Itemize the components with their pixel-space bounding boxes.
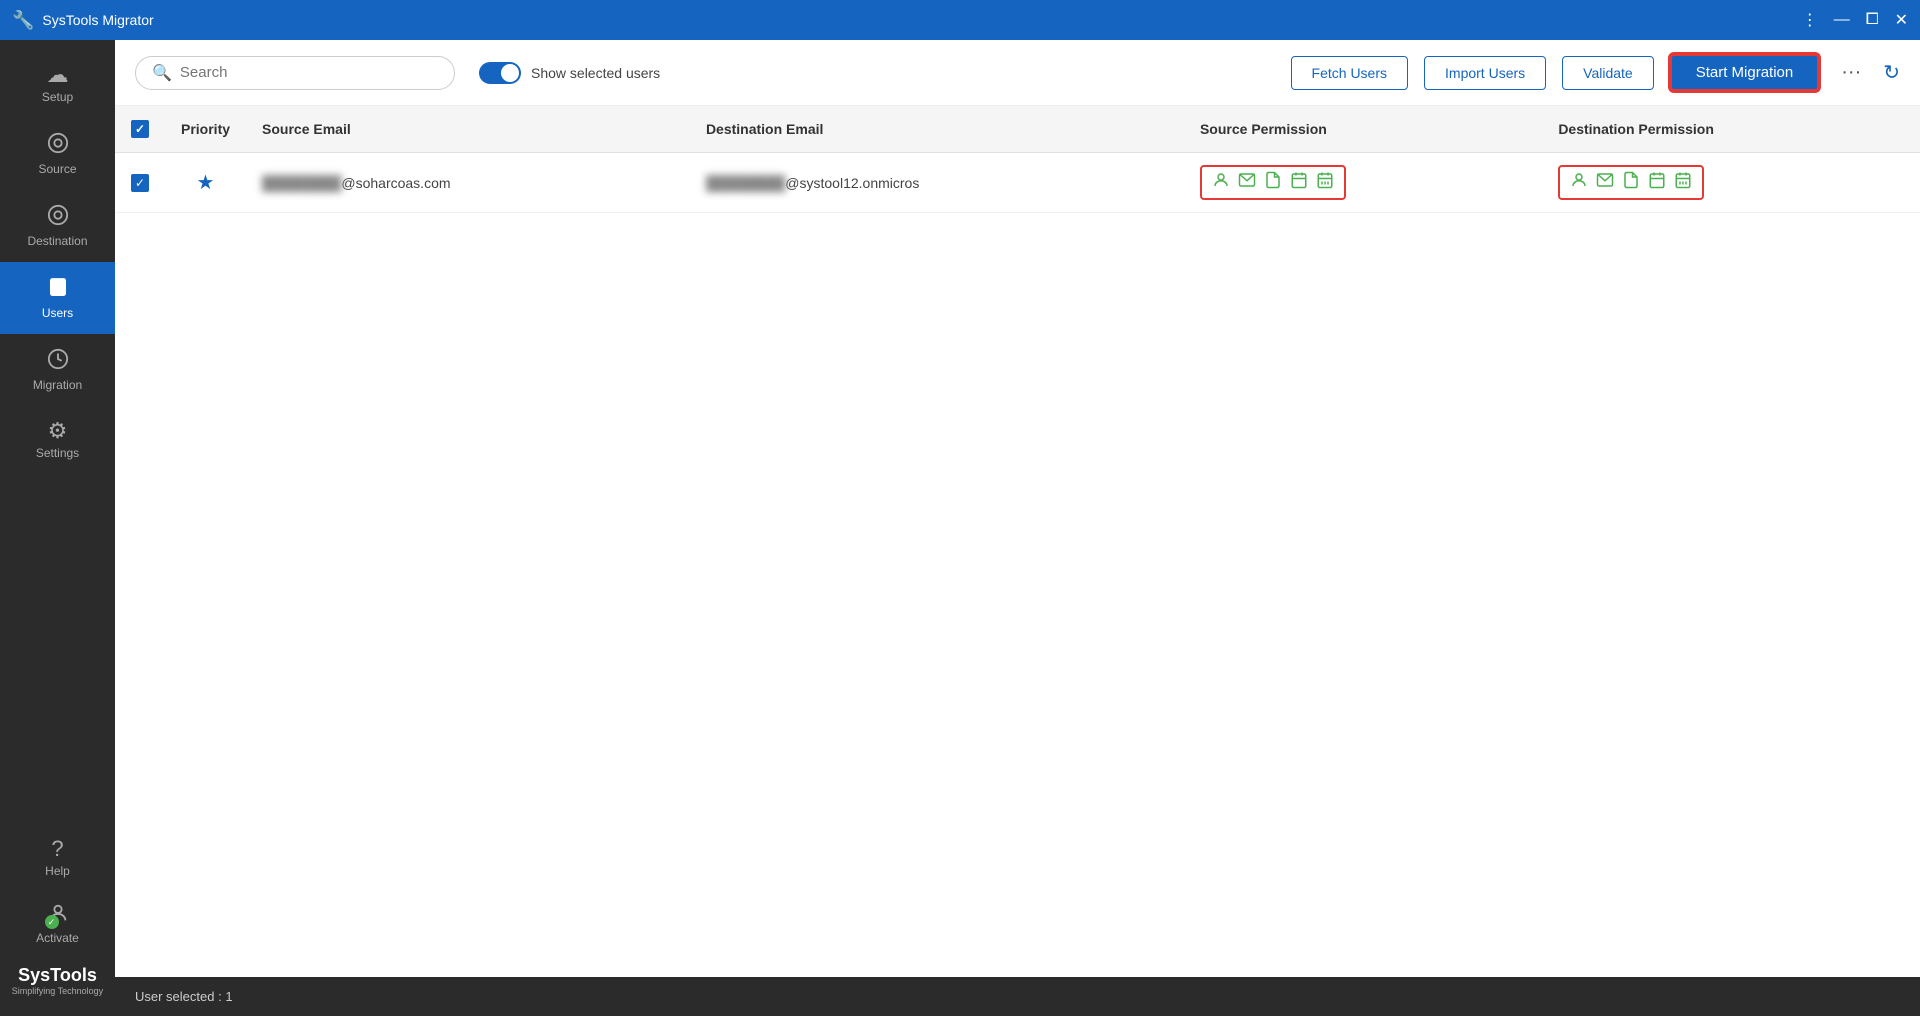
help-icon: ? xyxy=(51,838,63,860)
sidebar-item-migration[interactable]: Migration xyxy=(0,334,115,406)
dest-perm-doc-icon xyxy=(1622,171,1640,194)
titlebar-close[interactable]: ✕ xyxy=(1895,10,1908,30)
titlebar-menu-icon[interactable]: ⋮ xyxy=(1802,10,1818,30)
sidebar-item-help[interactable]: ? Help xyxy=(0,824,115,892)
col-dest-email-label: Destination Email xyxy=(706,121,823,137)
table-row: ✓ ★ ████████@soharcoas.com ████████@syst… xyxy=(115,153,1920,213)
col-source-perm-label: Source Permission xyxy=(1200,121,1327,137)
dest-email-blurred: ████████ xyxy=(706,175,785,191)
users-table: ✓ Priority Source Email Destination Emai… xyxy=(115,106,1920,213)
titlebar-controls[interactable]: ⋮ — ⧠ ✕ xyxy=(1802,10,1908,30)
dest-perm-cal2-icon xyxy=(1674,171,1692,194)
search-icon: 🔍 xyxy=(152,63,172,83)
dest-perm-mail-icon xyxy=(1596,171,1614,194)
sidebar-item-settings-label: Settings xyxy=(36,446,79,460)
sidebar: ☁ Setup Source Destination Users Migra xyxy=(0,40,115,1016)
titlebar-minimize[interactable]: — xyxy=(1834,11,1850,29)
activate-label: Activate xyxy=(36,931,79,945)
app-title: SysTools Migrator xyxy=(42,12,153,28)
row-source-perm-cell xyxy=(1184,153,1542,213)
priority-star-icon: ★ xyxy=(197,172,215,194)
row-source-email-cell: ████████@soharcoas.com xyxy=(246,153,690,213)
col-source-email-label: Source Email xyxy=(262,121,351,137)
users-icon xyxy=(47,276,69,302)
statusbar: User selected : 1 xyxy=(115,977,1920,1016)
sidebar-item-destination-label: Destination xyxy=(27,234,87,248)
source-perm-cal1-icon xyxy=(1290,171,1308,194)
refresh-button[interactable]: ↻ xyxy=(1883,60,1900,85)
user-selected-text: User selected : 1 xyxy=(135,989,233,1004)
validate-button[interactable]: Validate xyxy=(1562,56,1654,90)
th-priority: Priority xyxy=(165,106,246,153)
select-all-checkbox[interactable]: ✓ xyxy=(131,120,149,138)
titlebar-title: 🔧 SysTools Migrator xyxy=(12,10,154,31)
row-priority-cell: ★ xyxy=(165,153,246,213)
sidebar-item-users[interactable]: Users xyxy=(0,262,115,334)
sidebar-item-setup[interactable]: ☁ Setup xyxy=(0,50,115,118)
toggle-label: Show selected users xyxy=(531,65,660,81)
th-source-email: Source Email xyxy=(246,106,690,153)
row-checkbox[interactable]: ✓ xyxy=(131,174,149,192)
green-check-badge: ✓ xyxy=(45,915,59,929)
titlebar-maximize[interactable]: ⧠ xyxy=(1866,11,1879,29)
toolbar: 🔍 Show selected users Fetch Users Import… xyxy=(115,40,1920,106)
th-source-perm: Source Permission xyxy=(1184,106,1542,153)
dest-perm-icons xyxy=(1558,165,1704,200)
titlebar: 🔧 SysTools Migrator ⋮ — ⧠ ✕ xyxy=(0,0,1920,40)
sidebar-item-setup-label: Setup xyxy=(42,90,73,104)
dest-perm-cal1-icon xyxy=(1648,171,1666,194)
th-checkbox[interactable]: ✓ xyxy=(115,106,165,153)
source-email-domain: @soharcoas.com xyxy=(341,175,450,191)
help-label: Help xyxy=(45,864,70,878)
source-perm-mail-icon xyxy=(1238,171,1256,194)
search-input[interactable] xyxy=(180,64,438,81)
row-checkbox-cell[interactable]: ✓ xyxy=(115,153,165,213)
sidebar-item-source-label: Source xyxy=(38,162,76,176)
row-dest-email-cell: ████████@systool12.onmicros xyxy=(690,153,1184,213)
source-perm-cal2-icon xyxy=(1316,171,1334,194)
row-dest-perm-cell xyxy=(1542,153,1920,213)
sidebar-item-users-label: Users xyxy=(42,306,73,320)
source-perm-person-icon xyxy=(1212,171,1230,194)
app-icon: 🔧 xyxy=(12,10,34,31)
destination-icon xyxy=(47,204,69,230)
fetch-users-button[interactable]: Fetch Users xyxy=(1291,56,1408,90)
table-area: ✓ Priority Source Email Destination Emai… xyxy=(115,106,1920,977)
settings-icon: ⚙ xyxy=(48,420,68,442)
sidebar-item-activate[interactable]: ✓ Activate xyxy=(0,892,115,955)
show-selected-toggle[interactable] xyxy=(479,62,521,84)
sidebar-item-settings[interactable]: ⚙ Settings xyxy=(0,406,115,474)
dest-perm-person-icon xyxy=(1570,171,1588,194)
migration-icon xyxy=(47,348,69,374)
source-icon xyxy=(47,132,69,158)
brand-footer: SysTools Simplifying Technology xyxy=(2,955,113,1006)
col-dest-perm-label: Destination Permission xyxy=(1558,121,1714,137)
sidebar-item-source[interactable]: Source xyxy=(0,118,115,190)
brand-name: SysTools xyxy=(12,965,103,986)
cloud-icon: ☁ xyxy=(47,64,69,86)
more-options-button[interactable]: ··· xyxy=(1835,61,1867,84)
table-header-row: ✓ Priority Source Email Destination Emai… xyxy=(115,106,1920,153)
dest-email-domain: @systool12.onmicros xyxy=(785,175,919,191)
source-perm-doc-icon xyxy=(1264,171,1282,194)
th-dest-perm: Destination Permission xyxy=(1542,106,1920,153)
start-migration-button[interactable]: Start Migration xyxy=(1670,54,1820,91)
sidebar-item-destination[interactable]: Destination xyxy=(0,190,115,262)
search-box[interactable]: 🔍 xyxy=(135,56,455,90)
import-users-button[interactable]: Import Users xyxy=(1424,56,1546,90)
show-selected-toggle-group: Show selected users xyxy=(479,62,660,84)
col-priority-label: Priority xyxy=(181,121,230,137)
sidebar-item-migration-label: Migration xyxy=(33,378,82,392)
th-dest-email: Destination Email xyxy=(690,106,1184,153)
app-body: ☁ Setup Source Destination Users Migra xyxy=(0,40,1920,1016)
sidebar-bottom: ? Help ✓ Activate SysTools Simplifying T… xyxy=(0,824,115,1006)
source-email-blurred: ████████ xyxy=(262,175,341,191)
content-area: 🔍 Show selected users Fetch Users Import… xyxy=(115,40,1920,1016)
brand-subtitle: Simplifying Technology xyxy=(12,986,103,996)
activate-icon-wrap: ✓ xyxy=(47,902,69,927)
source-perm-icons xyxy=(1200,165,1346,200)
